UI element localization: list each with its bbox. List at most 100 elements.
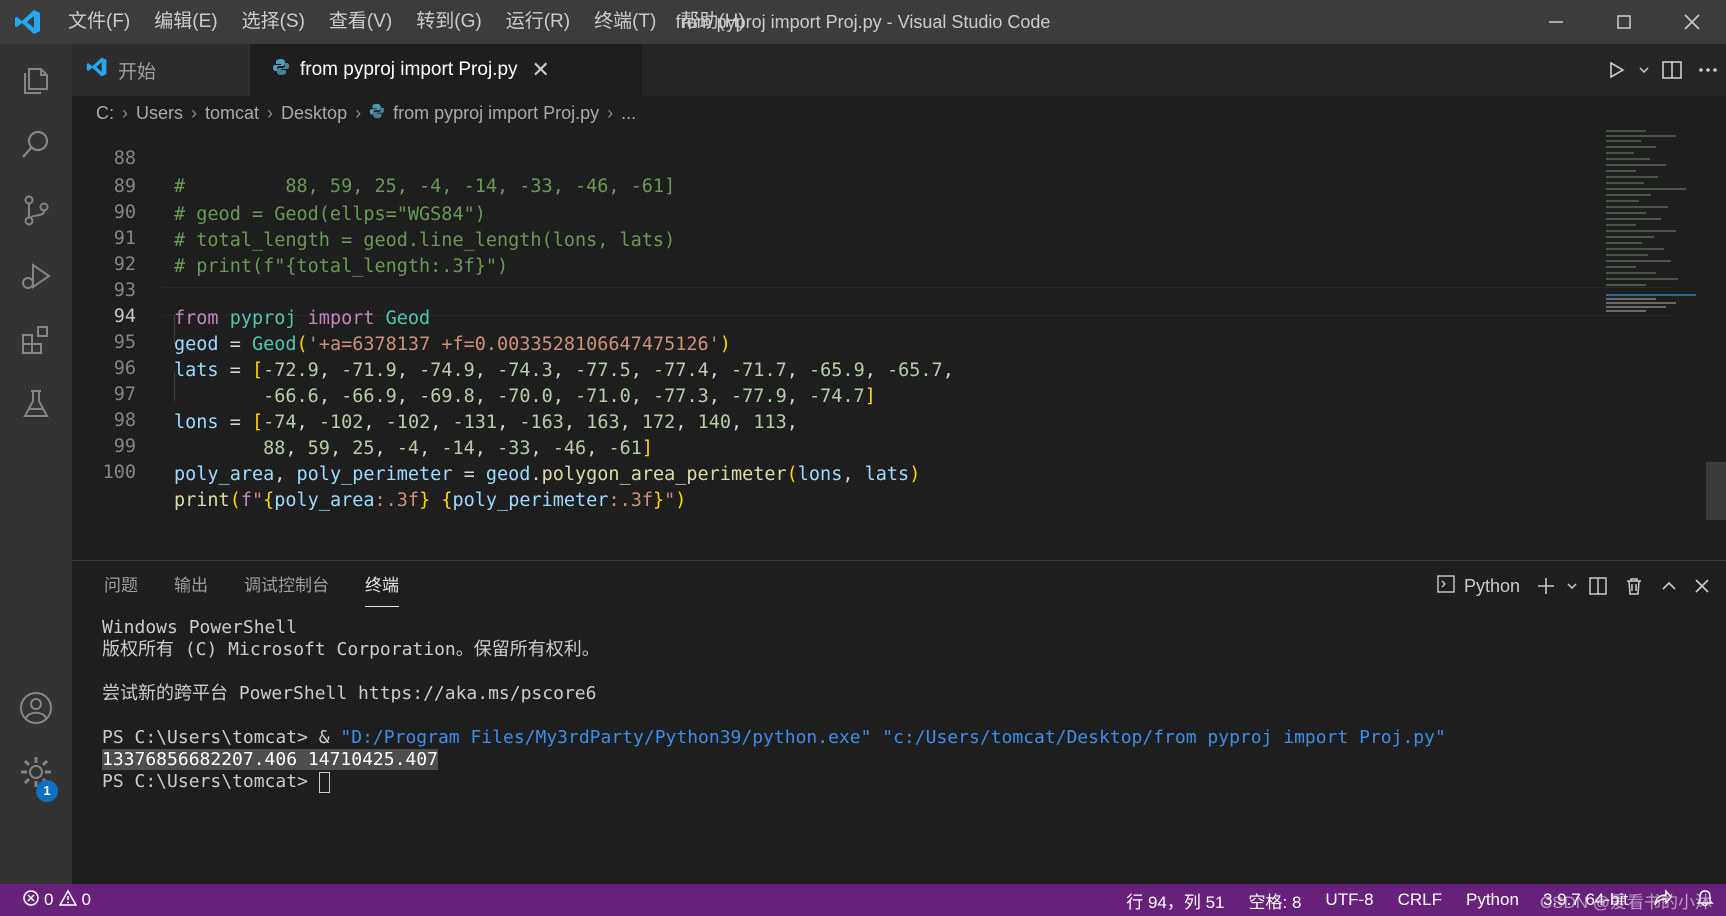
close-panel-icon[interactable] [1686,561,1718,611]
menu-selection[interactable]: 选择(S) [230,0,317,44]
editor-scrollbar[interactable] [1706,130,1726,560]
terminal-output-line: 13376856682207.406 14710425.407 [102,749,1702,771]
run-debug-icon[interactable] [0,240,72,312]
tab-problems[interactable]: 问题 [104,561,138,611]
breadcrumb-user[interactable]: tomcat [205,103,259,124]
chevron-right-icon: › [191,102,198,123]
menu-edit[interactable]: 编辑(E) [142,0,229,44]
scrollbar-thumb[interactable] [1706,462,1726,520]
menu-help[interactable]: 帮助(H) [668,0,756,44]
code-editor[interactable]: 88 # 88, 59, 25, -4, -14, -33, -46, -61]… [72,130,1726,560]
error-icon [22,889,40,912]
minimize-button[interactable] [1522,0,1590,44]
watermark: CSDN @爱看书的小沐 [1539,893,1712,912]
breadcrumb-users[interactable]: Users [136,103,183,124]
code-line: 88 # 88, 59, 25, -4, -14, -33, -46, -61] [72,130,1582,198]
account-icon[interactable] [0,672,72,744]
warning-icon [59,888,78,912]
menu-run[interactable]: 运行(R) [494,0,582,44]
terminal-select[interactable]: Python [1428,561,1528,611]
maximize-button[interactable] [1590,0,1658,44]
source-control-icon[interactable] [0,174,72,246]
extensions-icon[interactable] [0,304,72,376]
chevron-right-icon: › [122,102,128,123]
new-terminal-icon[interactable] [1528,561,1564,611]
terminal-line: Windows PowerShell [102,617,298,638]
tab-start[interactable]: 开始 [72,44,250,96]
status-bar: 0 0 行 94，列 51 空格: 8 UTF-8 CRLF Python 3.… [0,884,1726,916]
terminal-exe-path: "D:/Program Files/My3rdParty/Python39/py… [340,727,872,748]
terminal-shell-label: Python [1463,575,1520,596]
explorer-icon[interactable] [0,44,72,116]
breadcrumb-symbol[interactable]: ... [621,103,636,124]
close-window-button[interactable] [1658,0,1726,44]
breadcrumb: C: › Users › tomcat › Desktop › from pyp… [72,96,1726,130]
code-line: 92 [72,222,1582,275]
warning-count: 0 [81,890,91,909]
terminal-output[interactable]: Windows PowerShell 版权所有 (C) Microsoft Co… [102,617,1702,793]
terminal-line: 版权所有 (C) Microsoft Corporation。保留所有权利。 [102,639,600,660]
menu-go[interactable]: 转到(G) [404,0,493,44]
code-line: 91 # print(f"{total_length:.3f}") [72,196,1582,278]
code-line: 93 from pyproj import Geod [72,248,1582,330]
code-line: 97 lons = [-74, -102, -102, -131, -163, … [72,352,1582,434]
tab-python-file[interactable]: from pyproj import Proj.py ✕ [250,44,642,96]
chevron-right-icon: › [355,102,362,123]
run-python-button[interactable] [1598,44,1634,96]
code-line: 95 lats = [-72.9, -71.9, -74.9, -74.3, -… [72,300,1582,382]
terminal-dropdown-chevron-icon[interactable] [1564,561,1580,611]
tab-debug-console[interactable]: 调试控制台 [244,561,329,611]
menu-bar: 文件(F) 编辑(E) 选择(S) 查看(V) 转到(G) 运行(R) 终端(T… [56,0,757,44]
vscode-small-icon [86,56,108,84]
chevron-right-icon: › [267,102,274,123]
code-line: 94 geod = Geod('+a=6378137 +f=0.00335281… [72,274,1582,356]
tab-start-label: 开始 [118,61,157,83]
menu-file[interactable]: 文件(F) [56,0,142,44]
terminal-result: 13376856682207.406 14710425.407 [102,749,438,770]
search-icon[interactable] [0,108,72,180]
run-options-chevron-icon[interactable] [1634,44,1654,96]
minimap[interactable] [1606,130,1696,330]
vscode-logo-icon [0,0,56,44]
code-line: 96 -66.6, -66.9, -69.8, -70.0, -71.0, -7… [72,326,1582,408]
split-editor-button[interactable] [1654,44,1690,96]
code-line: 90 # total_length = geod.line_length(lon… [72,170,1582,252]
language-mode[interactable]: Python [1454,890,1531,910]
testing-icon[interactable] [0,368,72,440]
menu-terminal[interactable]: 终端(T) [582,0,668,44]
close-tab-icon[interactable]: ✕ [532,57,550,83]
chevron-right-icon: › [607,102,614,123]
code-text: poly_area, poly_perimeter = geod.polygon… [174,464,921,485]
breadcrumb-desktop[interactable]: Desktop [281,103,347,124]
code-line: 98 88, 59, 25, -4, -14, -33, -46, -61] [72,378,1582,460]
terminal-prompt: PS C:\Users\tomcat> [102,771,319,792]
encoding[interactable]: UTF-8 [1313,890,1385,910]
menu-view[interactable]: 查看(V) [317,0,404,44]
problems-status[interactable]: 0 0 [0,884,91,916]
tab-file-label: from pyproj import Proj.py [300,59,518,80]
terminal-line: 尝试新的跨平台 PowerShell https://aka.ms/pscore… [102,683,597,704]
line-ending[interactable]: CRLF [1386,890,1454,910]
editor-tabs: 开始 from pyproj import Proj.py ✕ [72,44,1726,96]
more-actions-icon[interactable] [1690,44,1726,96]
maximize-panel-chevron-up-icon[interactable] [1652,561,1686,611]
python-file-icon [272,58,290,82]
cursor-position[interactable]: 行 94，列 51 [1114,888,1236,913]
code-text: print(f"{poly_area:.3f} {poly_perimeter:… [174,490,687,511]
tab-terminal[interactable]: 终端 [365,561,399,611]
terminal-script-path: "c:/Users/tomcat/Desktop/from pyproj imp… [882,727,1446,748]
tab-output[interactable]: 输出 [174,561,208,611]
indentation[interactable]: 空格: 8 [1237,888,1314,913]
settings-gear-icon[interactable]: 1 [0,736,72,808]
split-terminal-icon[interactable] [1580,561,1616,611]
editor-actions [1598,44,1726,96]
terminal-prompt-line: PS C:\Users\tomcat> [102,771,1702,793]
terminal-panel: 问题 输出 调试控制台 终端 Python Windows PowerShell… [72,560,1726,884]
breadcrumb-file[interactable]: from pyproj import Proj.py [393,103,599,124]
terminal-cursor [318,771,330,793]
line-number: 100 [102,461,136,483]
breadcrumb-drive[interactable]: C: [96,103,114,124]
kill-terminal-trash-icon[interactable] [1616,561,1652,611]
